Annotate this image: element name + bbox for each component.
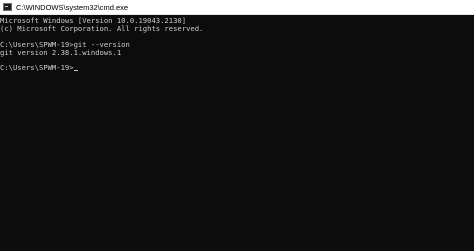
console-prompt-line[interactable]: C:\Users\SPWM-19> (0, 63, 78, 72)
title-bar[interactable]: C:\WINDOWS\system32\cmd.exe (0, 0, 474, 15)
console-line-copyright: (c) Microsoft Corporation. All rights re… (0, 24, 204, 33)
window-title: C:\WINDOWS\system32\cmd.exe (16, 3, 129, 12)
text-cursor (73, 70, 78, 71)
console-line-output: git version 2.38.1.windows.1 (0, 48, 122, 57)
console-prompt: C:\Users\SPWM-19> (0, 63, 74, 72)
console-area[interactable]: Microsoft Windows [Version 10.0.19043.21… (0, 15, 474, 251)
cmd-window: C:\WINDOWS\system32\cmd.exe Microsoft Wi… (0, 0, 474, 251)
cmd-icon (3, 3, 12, 11)
